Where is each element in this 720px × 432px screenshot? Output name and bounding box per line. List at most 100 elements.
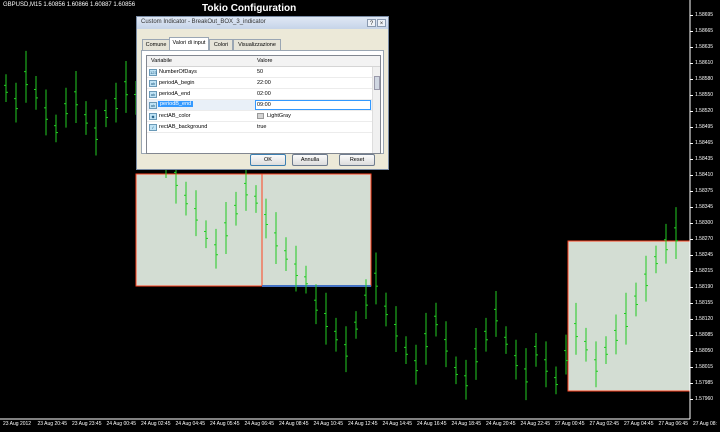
time-tick-label: 24 Aug 06:45: [244, 421, 274, 427]
ohlc-bar: [94, 109, 98, 156]
ohlc-bar: [554, 366, 558, 395]
inputs-grid: Variabile Valore 123 NumberOfDays 50 ab …: [146, 55, 381, 154]
time-tick-label: 27 Aug 02:45: [589, 421, 619, 427]
input-value[interactable]: 02:00: [257, 91, 271, 97]
time-tick-label: 24 Aug 12:45: [348, 421, 378, 427]
ohlc-bar: [54, 114, 58, 143]
column-variable: Variabile: [151, 58, 172, 64]
ohlc-bar: [114, 82, 118, 123]
time-tick-label: 24 Aug 02:45: [141, 421, 171, 427]
ohlc-bar: [124, 60, 128, 113]
input-value[interactable]: 22:00: [257, 80, 271, 86]
ohlc-bar: [84, 101, 88, 135]
time-tick-label: 23 Aug 2012: [3, 421, 32, 427]
indicator-dialog: Custom Indicator - BreakOut_BOX_3_indica…: [136, 16, 389, 170]
price-tick-mark: [690, 287, 693, 288]
tab-comune[interactable]: Comune: [142, 39, 170, 50]
tab-valori-di-input[interactable]: Valori di input: [169, 37, 209, 50]
ohlc-bar: [444, 321, 448, 368]
ohlc-bar: [534, 332, 538, 367]
price-tick-label: 1.58695: [695, 12, 714, 18]
time-tick-label: 27 Aug 08:: [693, 421, 717, 427]
ohlc-bar: [344, 326, 348, 373]
input-name: rectAB_background: [159, 124, 208, 130]
ohlc-bar: [434, 302, 438, 337]
input-row-perioda-end[interactable]: ab periodA_end 02:00: [147, 89, 372, 100]
input-row-numberofdays[interactable]: 123 NumberOfDays 50: [147, 67, 372, 78]
price-tick-mark: [690, 47, 693, 48]
tab-colori[interactable]: Colori: [209, 39, 233, 50]
price-tick-mark: [690, 351, 693, 352]
input-row-periodb-end[interactable]: ab periodB_end 09:00: [147, 100, 372, 111]
time-tick-label: 24 Aug 20:45: [486, 421, 516, 427]
price-tick-label: 1.58375: [695, 188, 714, 194]
time-tick-label: 24 Aug 05:45: [210, 421, 240, 427]
price-tick-mark: [690, 191, 693, 192]
input-name: periodA_end: [159, 91, 191, 97]
scroll-thumb[interactable]: [374, 76, 380, 90]
input-value[interactable]: 09:00: [257, 102, 271, 108]
input-value[interactable]: true: [257, 124, 266, 130]
price-tick-label: 1.58410: [695, 172, 714, 178]
price-tick-mark: [690, 143, 693, 144]
time-tick-label: 27 Aug 06:45: [658, 421, 688, 427]
input-row-perioda-begin[interactable]: ab periodA_begin 22:00: [147, 78, 372, 89]
input-name: NumberOfDays: [159, 69, 197, 75]
input-row-rectab-color[interactable]: ◆ rectAB_color LightGray: [147, 111, 372, 122]
price-tick-mark: [690, 159, 693, 160]
price-tick-mark: [690, 335, 693, 336]
ohlc-bar: [104, 99, 108, 128]
help-icon[interactable]: ?: [367, 19, 376, 27]
time-tick-label: 24 Aug 08:45: [279, 421, 309, 427]
price-tick-mark: [690, 63, 693, 64]
integer-icon: 123: [149, 69, 157, 76]
boolean-icon: ✓: [149, 124, 157, 131]
grid-scrollbar[interactable]: [372, 67, 380, 153]
time-tick-label: 23 Aug 20:45: [37, 421, 67, 427]
price-tick-label: 1.58520: [695, 108, 714, 114]
price-tick-label: 1.58120: [695, 316, 714, 322]
ohlc-bar: [44, 89, 48, 136]
string-icon: ab: [149, 102, 157, 109]
price-tick-mark: [690, 223, 693, 224]
price-tick-label: 1.58465: [695, 140, 714, 146]
price-tick-label: 1.58635: [695, 44, 714, 50]
price-tick-label: 1.58015: [695, 364, 714, 370]
color-icon: ◆: [149, 113, 157, 120]
ohlc-bar: [24, 50, 28, 103]
input-row-rectab-background[interactable]: ✓ rectAB_background true: [147, 122, 372, 133]
price-tick-mark: [690, 383, 693, 384]
ohlc-bar: [454, 356, 458, 385]
close-icon[interactable]: ×: [377, 19, 386, 27]
price-tick-mark: [690, 207, 693, 208]
price-tick-mark: [690, 399, 693, 400]
ok-button[interactable]: OK: [250, 154, 286, 166]
color-swatch: [257, 113, 264, 119]
time-tick-label: 27 Aug 04:45: [624, 421, 654, 427]
dialog-titlebar[interactable]: Custom Indicator - BreakOut_BOX_3_indica…: [137, 17, 388, 29]
time-tick-label: 24 Aug 14:45: [382, 421, 412, 427]
price-tick-label: 1.58435: [695, 156, 714, 162]
price-tick-mark: [690, 15, 693, 16]
input-value[interactable]: LightGray: [267, 113, 291, 119]
ohlc-bar: [34, 75, 38, 110]
grid-header: Variabile Valore: [147, 56, 380, 67]
reset-button[interactable]: Reset: [339, 154, 375, 166]
ohlc-bar: [424, 312, 428, 365]
price-tick-mark: [690, 271, 693, 272]
cancel-button[interactable]: Annulla: [292, 154, 328, 166]
price-tick-mark: [690, 255, 693, 256]
time-tick-label: 24 Aug 00:45: [106, 421, 136, 427]
input-name: rectAB_color: [159, 113, 191, 119]
tab-visualizzazione[interactable]: Visualizzazione: [233, 39, 281, 50]
value-edit-field[interactable]: [255, 100, 371, 110]
price-tick-label: 1.57985: [695, 380, 714, 386]
symbol-info: GBPUSD,M15 1.60856 1.60866 1.60887 1.608…: [3, 2, 136, 8]
price-tick-label: 1.58050: [695, 348, 714, 354]
time-tick-label: 23 Aug 23:45: [72, 421, 102, 427]
price-tick-mark: [690, 175, 693, 176]
input-value[interactable]: 50: [257, 69, 263, 75]
price-tick-label: 1.58085: [695, 332, 714, 338]
column-value: Valore: [257, 58, 273, 64]
time-tick-label: 24 Aug 18:45: [451, 421, 481, 427]
